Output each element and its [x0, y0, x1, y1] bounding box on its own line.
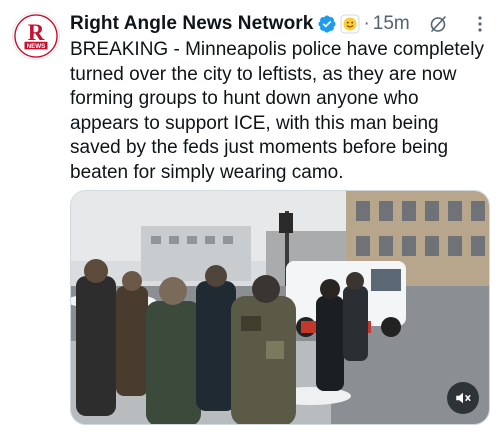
- header-separator: ·: [363, 13, 370, 34]
- author-avatar[interactable]: R NEWS: [12, 12, 60, 60]
- tweet-text: BREAKING - Minneapolis police have compl…: [70, 39, 484, 183]
- verified-badge-icon[interactable]: [317, 14, 337, 34]
- author-display-name[interactable]: Right Angle News Network: [70, 13, 313, 35]
- emoji-badge-icon[interactable]: [340, 14, 360, 34]
- grok-icon[interactable]: [428, 14, 448, 34]
- tweet-header: Right Angle News Network · 15m: [70, 12, 410, 36]
- svg-text:NEWS: NEWS: [27, 43, 46, 50]
- svg-text:R: R: [28, 20, 45, 45]
- more-options-icon[interactable]: [470, 14, 490, 34]
- mute-button[interactable]: [447, 382, 479, 414]
- right-angle-news-logo: R NEWS: [14, 14, 58, 58]
- tweet-timestamp[interactable]: 15m: [373, 13, 410, 35]
- speaker-muted-icon: [456, 392, 471, 404]
- video-frame: [71, 191, 489, 424]
- tweet-video[interactable]: [70, 190, 490, 425]
